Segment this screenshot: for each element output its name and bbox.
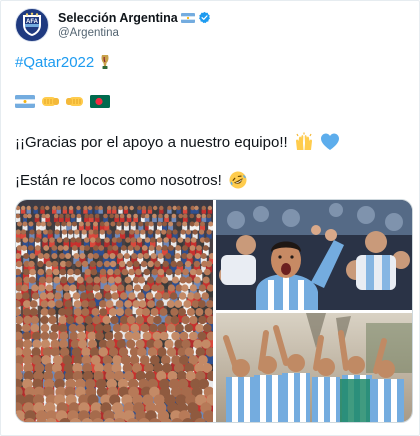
boy-cheering-photo[interactable]	[216, 200, 412, 310]
crowd-photo[interactable]	[16, 200, 213, 422]
fans-celebrating-photo[interactable]	[216, 313, 412, 422]
trophy-icon	[101, 55, 109, 69]
fist-left-icon	[66, 96, 83, 106]
raising-hands-icon	[295, 132, 312, 150]
emoji-line	[15, 94, 110, 108]
svg-text:AFA: AFA	[26, 19, 39, 25]
tweet-header: AFA Selección Argentina @Argentina	[15, 7, 211, 43]
crazy-text: ¡Están re locos como nosotros!	[15, 171, 222, 189]
display-name[interactable]: Selección Argentina	[58, 11, 178, 25]
gratitude-text: ¡¡Gracias por el apoyo a nuestro equipo!…	[15, 133, 288, 151]
crowd-photo-image	[16, 200, 213, 422]
fans-celebrating-photo-image	[216, 313, 412, 422]
hashtag-link[interactable]: #Qatar2022	[15, 54, 94, 71]
afa-crest-icon: AFA	[23, 12, 41, 36]
media-grid	[15, 199, 413, 423]
tweet-card[interactable]: AFA Selección Argentina @Argentina #Qata…	[0, 0, 420, 436]
rolling-laughing-icon	[229, 171, 247, 189]
hashtag-row: #Qatar2022	[15, 52, 111, 72]
tweet-text-line-2: ¡Están re locos como nosotros!	[15, 170, 248, 190]
tweet-text-line-1: ¡¡Gracias por el apoyo a nuestro equipo!…	[15, 132, 340, 152]
avatar[interactable]: AFA	[15, 8, 49, 42]
account-names: Selección Argentina @Argentina	[58, 9, 211, 41]
argentina-flag-icon	[180, 12, 195, 23]
boy-cheering-photo-image	[216, 200, 412, 310]
display-name-row: Selección Argentina	[58, 9, 211, 26]
account-handle[interactable]: @Argentina	[58, 26, 211, 41]
blue-heart-icon	[320, 133, 339, 150]
verified-badge-icon	[198, 11, 210, 24]
bangladesh-flag-icon	[90, 94, 110, 108]
fist-right-icon	[42, 96, 59, 106]
argentina-flag-icon	[15, 94, 35, 108]
